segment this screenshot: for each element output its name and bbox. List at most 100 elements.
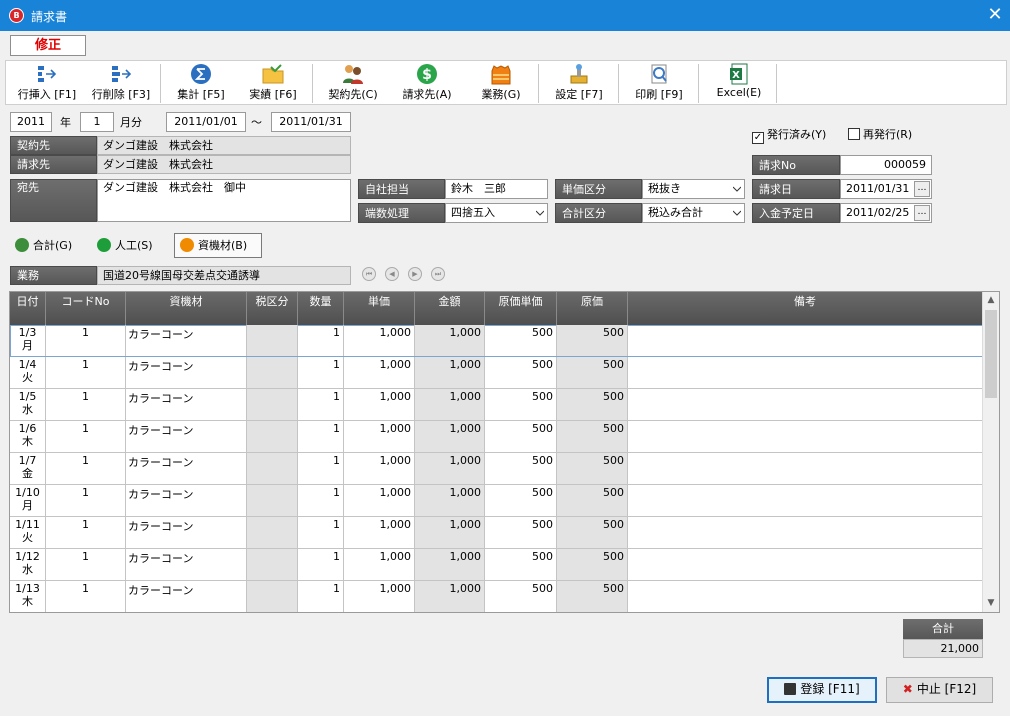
cell-cost[interactable]: 500 [557, 325, 628, 356]
excel-button[interactable]: X Excel(E) [706, 63, 772, 104]
cell-item[interactable]: カラーコーン [126, 581, 247, 612]
cell-date[interactable]: 1/12 水 [10, 549, 46, 580]
cell-code[interactable]: 1 [46, 581, 126, 612]
payment-date-field[interactable]: 2011/02/25… [840, 203, 932, 223]
table-row[interactable]: 1/11 火 1 カラーコーン 1 1,000 1,000 500 500 [10, 517, 983, 549]
close-icon[interactable]: ✕ [980, 0, 1010, 31]
cell-tax[interactable] [247, 581, 298, 612]
cell-qty[interactable]: 1 [298, 389, 344, 420]
cell-amount[interactable]: 1,000 [415, 325, 485, 356]
cell-note[interactable] [628, 581, 983, 612]
cell-date[interactable]: 1/3 月 [10, 325, 46, 356]
cell-cost[interactable]: 500 [557, 421, 628, 452]
cell-price[interactable]: 1,000 [344, 517, 415, 548]
cell-cost-price[interactable]: 500 [485, 549, 557, 580]
column-header-cost-price[interactable]: 原価単価 [485, 292, 557, 325]
cell-note[interactable] [628, 453, 983, 484]
last-record-icon[interactable]: ⏭ [431, 267, 445, 281]
cell-price[interactable]: 1,000 [344, 453, 415, 484]
column-header-qty[interactable]: 数量 [298, 292, 344, 325]
cell-code[interactable]: 1 [46, 549, 126, 580]
cell-cost[interactable]: 500 [557, 357, 628, 388]
cell-price[interactable]: 1,000 [344, 357, 415, 388]
cell-price[interactable]: 1,000 [344, 421, 415, 452]
cell-date[interactable]: 1/4 火 [10, 357, 46, 388]
billto-button[interactable]: $ 請求先(A) [394, 63, 460, 104]
table-row[interactable]: 1/12 水 1 カラーコーン 1 1,000 1,000 500 500 [10, 549, 983, 581]
issued-checkbox[interactable]: ✓ 発行済み(Y) [752, 126, 826, 144]
cell-item[interactable]: カラーコーン [126, 357, 247, 388]
cell-cost-price[interactable]: 500 [485, 453, 557, 484]
cancel-button[interactable]: ✖ 中止 [F12] [886, 677, 993, 703]
period-from-field[interactable]: 2011/01/01 [166, 112, 246, 132]
cell-tax[interactable] [247, 453, 298, 484]
cell-item[interactable]: カラーコーン [126, 325, 247, 356]
cell-amount[interactable]: 1,000 [415, 549, 485, 580]
cell-item[interactable]: カラーコーン [126, 485, 247, 516]
cell-cost[interactable]: 500 [557, 389, 628, 420]
results-button[interactable]: 実績 [F6] [240, 63, 306, 104]
cell-price[interactable]: 1,000 [344, 325, 415, 356]
cell-cost-price[interactable]: 500 [485, 325, 557, 356]
cell-date[interactable]: 1/11 火 [10, 517, 46, 548]
table-row[interactable]: 1/4 火 1 カラーコーン 1 1,000 1,000 500 500 [10, 357, 983, 389]
invoice-no-field[interactable]: 000059 [840, 155, 932, 175]
tab-labor[interactable]: 人工(S) [91, 233, 167, 258]
total-type-select[interactable]: 税込み合計 [642, 203, 745, 223]
cell-qty[interactable]: 1 [298, 549, 344, 580]
cell-cost[interactable]: 500 [557, 549, 628, 580]
cell-price[interactable]: 1,000 [344, 485, 415, 516]
prev-record-icon[interactable]: ◀ [385, 267, 399, 281]
cell-note[interactable] [628, 421, 983, 452]
column-header-item[interactable]: 資機材 [126, 292, 247, 325]
cell-price[interactable]: 1,000 [344, 389, 415, 420]
cell-tax[interactable] [247, 421, 298, 452]
column-header-amount[interactable]: 金額 [415, 292, 485, 325]
tab-total[interactable]: 合計(G) [9, 233, 87, 258]
cell-item[interactable]: カラーコーン [126, 549, 247, 580]
insert-row-button[interactable]: 行挿入 [F1] [12, 63, 82, 104]
cell-qty[interactable]: 1 [298, 453, 344, 484]
cell-cost-price[interactable]: 500 [485, 581, 557, 612]
cell-tax[interactable] [247, 517, 298, 548]
scroll-down-icon[interactable]: ▼ [983, 595, 999, 612]
table-row[interactable]: 1/10 月 1 カラーコーン 1 1,000 1,000 500 500 [10, 485, 983, 517]
cell-cost-price[interactable]: 500 [485, 421, 557, 452]
cell-item[interactable]: カラーコーン [126, 517, 247, 548]
table-row[interactable]: 1/7 金 1 カラーコーン 1 1,000 1,000 500 500 [10, 453, 983, 485]
cell-cost[interactable]: 500 [557, 517, 628, 548]
cell-date[interactable]: 1/7 金 [10, 453, 46, 484]
cell-cost-price[interactable]: 500 [485, 357, 557, 388]
cell-note[interactable] [628, 485, 983, 516]
table-row[interactable]: 1/3 月 1 カラーコーン 1 1,000 1,000 500 500 [10, 325, 983, 357]
cell-amount[interactable]: 1,000 [415, 517, 485, 548]
cell-amount[interactable]: 1,000 [415, 357, 485, 388]
cell-tax[interactable] [247, 549, 298, 580]
cell-cost-price[interactable]: 500 [485, 517, 557, 548]
rounding-select[interactable]: 四捨五入 [445, 203, 548, 223]
cell-date[interactable]: 1/6 木 [10, 421, 46, 452]
cell-tax[interactable] [247, 325, 298, 356]
scroll-up-icon[interactable]: ▲ [983, 292, 999, 309]
cell-cost-price[interactable]: 500 [485, 485, 557, 516]
cell-price[interactable]: 1,000 [344, 581, 415, 612]
cell-code[interactable]: 1 [46, 517, 126, 548]
cell-amount[interactable]: 1,000 [415, 389, 485, 420]
scroll-thumb[interactable] [985, 310, 997, 398]
cell-tax[interactable] [247, 389, 298, 420]
cell-amount[interactable]: 1,000 [415, 421, 485, 452]
cell-cost-price[interactable]: 500 [485, 389, 557, 420]
cell-date[interactable]: 1/5 水 [10, 389, 46, 420]
table-row[interactable]: 1/5 水 1 カラーコーン 1 1,000 1,000 500 500 [10, 389, 983, 421]
column-header-note[interactable]: 備考 [628, 292, 983, 325]
table-row[interactable]: 1/13 木 1 カラーコーン 1 1,000 1,000 500 500 [10, 581, 983, 612]
date-picker-button[interactable]: … [914, 205, 930, 221]
cell-code[interactable]: 1 [46, 453, 126, 484]
column-header-code[interactable]: コードNo [46, 292, 126, 325]
job-button[interactable]: 業務(G) [468, 63, 534, 104]
staff-field[interactable]: 鈴木 三郎 [445, 179, 548, 199]
cell-cost[interactable]: 500 [557, 453, 628, 484]
cell-qty[interactable]: 1 [298, 325, 344, 356]
reissue-checkbox[interactable]: 再発行(R) [848, 126, 912, 142]
cell-amount[interactable]: 1,000 [415, 581, 485, 612]
